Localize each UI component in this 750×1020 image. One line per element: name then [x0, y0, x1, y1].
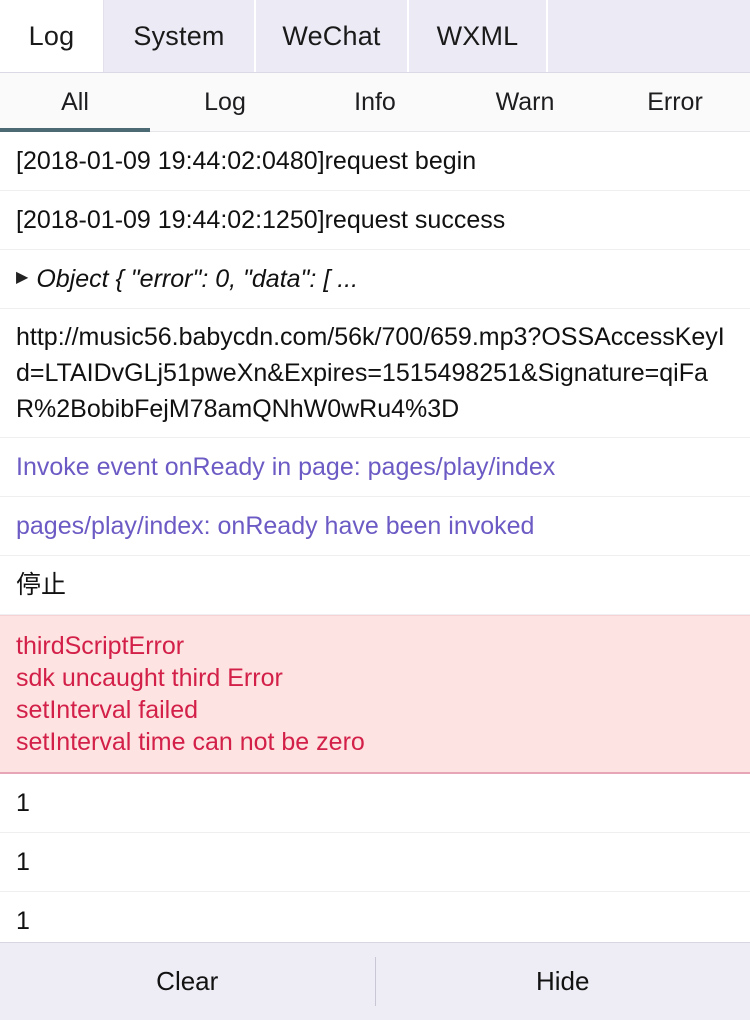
filter-tab-error[interactable]: Error — [600, 73, 750, 131]
panel-tab-system[interactable]: System — [104, 0, 256, 72]
log-row-text: Object { "error": 0, "data": [ ... — [36, 265, 359, 293]
log-row-url[interactable]: http://music56.babycdn.com/56k/700/659.m… — [0, 309, 750, 438]
filter-tab-all[interactable]: All — [0, 73, 150, 132]
filter-tab-log[interactable]: Log — [150, 73, 300, 131]
panel-tab-log[interactable]: Log — [0, 0, 104, 72]
log-row-text: 停止 — [16, 571, 67, 599]
log-list[interactable]: [2018-01-09 19:44:02:0480]request begin … — [0, 132, 750, 942]
panel-tab-bar-filler — [548, 0, 750, 72]
clear-button[interactable]: Clear — [0, 943, 375, 1020]
filter-tab-log-label: Log — [204, 87, 246, 116]
log-row-text: http://music56.babycdn.com/56k/700/659.m… — [16, 323, 725, 423]
log-row-text: [2018-01-09 19:44:02:0480]request begin — [16, 147, 477, 175]
panel-tab-bar: Log System WeChat WXML — [0, 0, 750, 73]
log-row[interactable]: [2018-01-09 19:44:02:1250]request succes… — [0, 191, 750, 250]
debug-console-panel: Log System WeChat WXML All Log Info Warn… — [0, 0, 750, 1020]
log-row-text: [2018-01-09 19:44:02:1250]request succes… — [16, 206, 506, 234]
filter-tab-warn[interactable]: Warn — [450, 73, 600, 131]
panel-tab-wxml-label: WXML — [436, 20, 519, 51]
log-row-text: 1 — [16, 848, 30, 876]
panel-tab-wechat[interactable]: WeChat — [256, 0, 409, 72]
console-footer: Clear Hide — [0, 942, 750, 1020]
log-row[interactable]: 1 — [0, 833, 750, 892]
error-line: sdk uncaught third Error — [16, 664, 283, 692]
filter-tab-all-label: All — [61, 87, 89, 116]
hide-button-label: Hide — [536, 966, 590, 996]
panel-tab-system-label: System — [133, 20, 225, 51]
log-row-object[interactable]: ▶ Object { "error": 0, "data": [ ... — [0, 250, 750, 309]
filter-tab-info[interactable]: Info — [300, 73, 450, 131]
log-row[interactable]: 停止 — [0, 556, 750, 615]
filter-tab-info-label: Info — [354, 87, 396, 116]
log-row[interactable]: [2018-01-09 19:44:02:0480]request begin — [0, 132, 750, 191]
panel-tab-log-label: Log — [28, 20, 75, 51]
disclosure-triangle-right-icon[interactable]: ▶ — [16, 270, 28, 286]
clear-button-label: Clear — [156, 966, 219, 996]
log-row-text: 1 — [16, 907, 30, 935]
log-row-text: pages/play/index: onReady have been invo… — [16, 512, 535, 540]
log-row[interactable]: 1 — [0, 774, 750, 833]
filter-tab-bar: All Log Info Warn Error — [0, 73, 750, 132]
log-row[interactable]: Invoke event onReady in page: pages/play… — [0, 438, 750, 497]
filter-tab-warn-label: Warn — [495, 87, 555, 116]
error-line: setInterval time can not be zero — [16, 728, 365, 756]
log-row-text: 1 — [16, 789, 30, 817]
log-row-error[interactable]: thirdScriptError sdk uncaught third Erro… — [0, 615, 750, 774]
log-row[interactable]: pages/play/index: onReady have been invo… — [0, 497, 750, 556]
log-row[interactable]: 1 — [0, 892, 750, 942]
panel-tab-wxml[interactable]: WXML — [409, 0, 548, 72]
log-row-text: Invoke event onReady in page: pages/play… — [16, 453, 556, 481]
filter-tab-error-label: Error — [647, 87, 703, 116]
error-line: thirdScriptError — [16, 632, 185, 660]
error-line: setInterval failed — [16, 696, 199, 724]
panel-tab-wechat-label: WeChat — [282, 20, 381, 51]
hide-button[interactable]: Hide — [376, 943, 750, 1020]
